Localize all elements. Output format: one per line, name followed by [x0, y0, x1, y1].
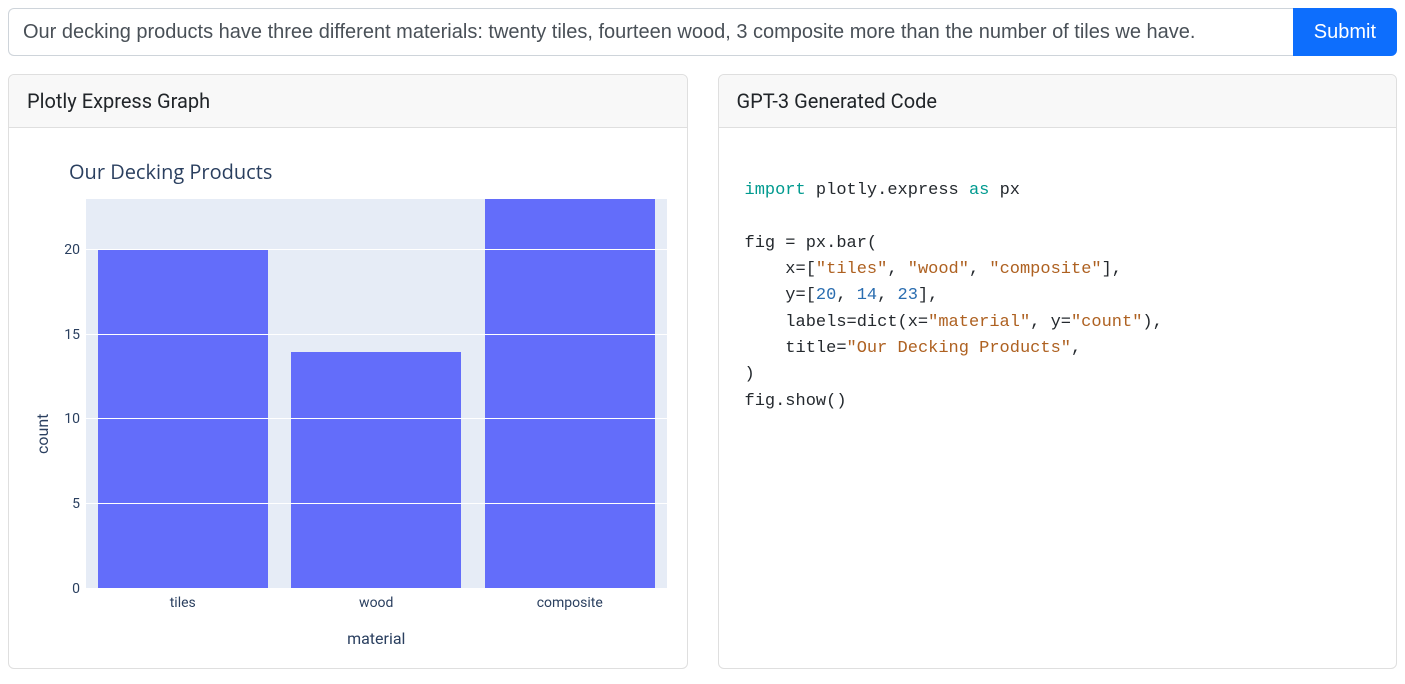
- code-labels-y: "count": [1071, 313, 1142, 332]
- submit-button[interactable]: Submit: [1293, 8, 1397, 56]
- code-labels-mid: , y=: [1030, 313, 1071, 332]
- code-labels-x: "material": [928, 313, 1030, 332]
- chart-title: Our Decking Products: [69, 158, 667, 185]
- gridline: [86, 588, 667, 589]
- code-y-suffix: ],: [918, 286, 938, 305]
- panels-row: Plotly Express Graph Our Decking Product…: [8, 74, 1397, 669]
- x-axis-label: material: [86, 629, 667, 648]
- code-title-suffix: ,: [1071, 339, 1081, 358]
- code-close-paren: ): [745, 365, 755, 384]
- code-title-val: "Our Decking Products": [847, 339, 1071, 358]
- x-tick-label: tiles: [86, 589, 280, 611]
- code-module: plotly.express: [816, 181, 959, 200]
- bar: [98, 250, 268, 589]
- bar-slot: [473, 199, 667, 589]
- y-axis-label: count: [29, 199, 52, 648]
- x-axis-ticks: tileswoodcomposite: [86, 589, 667, 611]
- code-card-body: import plotly.express as px fig = px.bar…: [719, 128, 1397, 435]
- y-tick-label: 10: [64, 411, 80, 427]
- prompt-input[interactable]: [8, 8, 1293, 56]
- gridline: [86, 334, 667, 335]
- y-axis-ticks: 05101520: [52, 199, 86, 589]
- y-tick-label: 5: [72, 496, 80, 512]
- y-tick-label: 15: [64, 327, 80, 343]
- chart-inner: count 0 5 10 15 20 tileswoodcomposite materi…: [29, 199, 667, 648]
- code-x-val2: "wood": [908, 260, 969, 279]
- plot-area: [86, 199, 667, 589]
- bars-row: [86, 199, 667, 589]
- code-y-prefix: y=[: [745, 286, 816, 305]
- code-y-val1: 20: [816, 286, 836, 305]
- gridline: [86, 249, 667, 250]
- code-labels-suffix: ),: [1142, 313, 1162, 332]
- bar-slot: [280, 199, 474, 589]
- code-title-prefix: title=: [745, 339, 847, 358]
- code-card: GPT-3 Generated Code import plotly.expre…: [718, 74, 1398, 669]
- code-card-title: GPT-3 Generated Code: [719, 75, 1397, 128]
- code-assign: fig = px.bar(: [745, 234, 878, 253]
- bar-slot: [86, 199, 280, 589]
- code-keyword-as: as: [969, 181, 989, 200]
- y-tick-label: 20: [64, 242, 80, 258]
- chart-card: Plotly Express Graph Our Decking Product…: [8, 74, 688, 669]
- code-x-prefix: x=[: [745, 260, 816, 279]
- gridline: [86, 418, 667, 419]
- code-alias: px: [1000, 181, 1020, 200]
- chart-wrap: Our Decking Products count 0 5 10 15 20 tile…: [29, 158, 667, 648]
- code-block: import plotly.express as px fig = px.bar…: [739, 148, 1377, 415]
- prompt-row: Submit: [8, 8, 1397, 56]
- code-y-val3: 23: [898, 286, 918, 305]
- bar: [485, 199, 655, 589]
- gridline: [86, 503, 667, 504]
- code-x-suffix: ],: [1102, 260, 1122, 279]
- code-show: fig.show(): [745, 392, 847, 411]
- code-x-val1: "tiles": [816, 260, 887, 279]
- chart-card-body: Our Decking Products count 0 5 10 15 20 tile…: [9, 128, 687, 668]
- code-keyword-import: import: [745, 181, 806, 200]
- plot-column: tileswoodcomposite material: [86, 199, 667, 648]
- y-tick-label: 0: [72, 581, 80, 597]
- x-tick-label: composite: [473, 589, 667, 611]
- bar: [291, 352, 461, 589]
- x-tick-label: wood: [280, 589, 474, 611]
- code-y-val2: 14: [857, 286, 877, 305]
- chart-card-title: Plotly Express Graph: [9, 75, 687, 128]
- code-x-val3: "composite": [989, 260, 1101, 279]
- code-labels-prefix: labels=dict(x=: [745, 313, 929, 332]
